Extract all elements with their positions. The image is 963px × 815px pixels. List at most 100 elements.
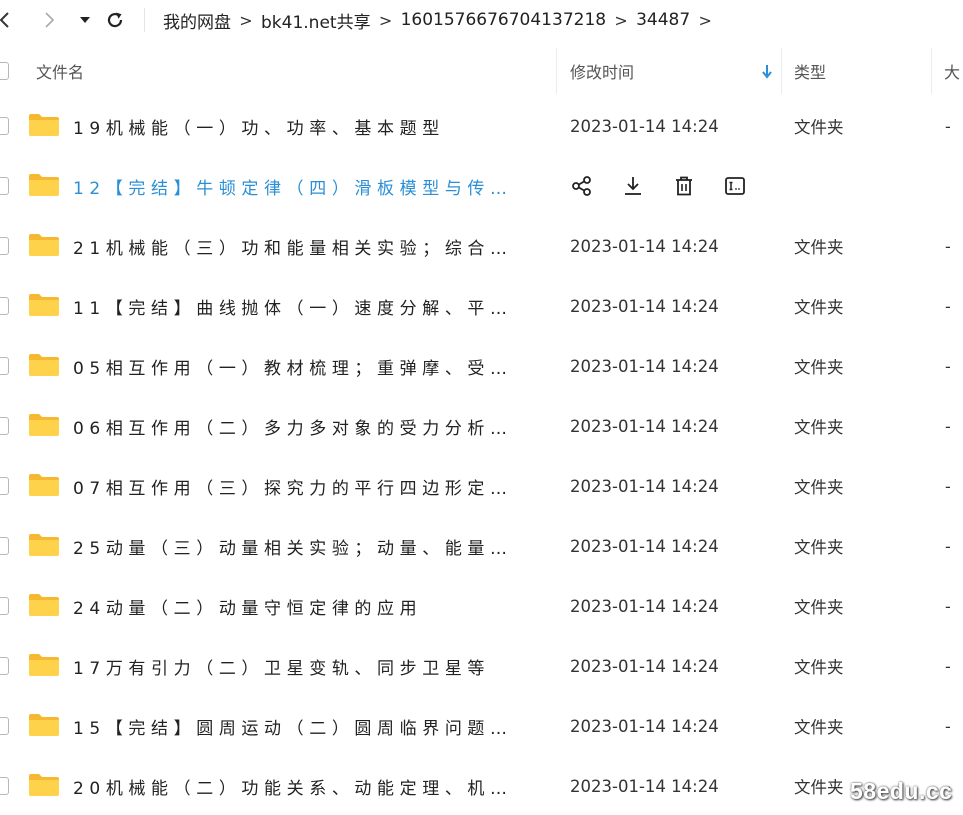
file-modified-date: 2023-01-14 14:24 bbox=[570, 296, 719, 316]
row-checkbox[interactable] bbox=[0, 597, 9, 615]
file-name[interactable]: 05相互作用（一）教材梳理；重弹摩、受… bbox=[73, 336, 535, 396]
row-checkbox[interactable] bbox=[0, 417, 9, 435]
row-checkbox[interactable] bbox=[0, 237, 9, 255]
back-button[interactable] bbox=[0, 8, 16, 32]
toolbar-divider bbox=[144, 8, 145, 32]
row-checkbox[interactable] bbox=[0, 117, 9, 135]
file-type: 文件夹 bbox=[794, 718, 844, 737]
file-modified-date: 2023-01-14 14:24 bbox=[570, 656, 719, 676]
file-row[interactable]: 19机械能（一）功、功率、基本题型 2023-01-14 14:24 文件夹 - bbox=[0, 96, 963, 156]
folder-icon bbox=[29, 534, 59, 556]
share-icon bbox=[572, 176, 591, 196]
file-name[interactable]: 21机械能（三）功和能量相关实验；综合… bbox=[73, 216, 535, 276]
row-checkbox[interactable] bbox=[0, 297, 9, 315]
breadcrumb: 我的网盘 > bk41.net共享 > 1601576676704137218 … bbox=[163, 0, 720, 40]
file-type: 文件夹 bbox=[794, 598, 844, 617]
column-divider[interactable] bbox=[556, 48, 557, 94]
file-modified-date: 2023-01-14 14:24 bbox=[570, 356, 719, 376]
refresh-icon bbox=[107, 12, 123, 28]
folder-icon bbox=[29, 714, 59, 736]
file-type: 文件夹 bbox=[794, 538, 844, 557]
file-row[interactable]: 05相互作用（一）教材梳理；重弹摩、受… 2023-01-14 14:24 文件… bbox=[0, 336, 963, 396]
file-name[interactable]: 17万有引力（二）卫星变轨、同步卫星等 bbox=[73, 636, 535, 696]
folder-icon bbox=[29, 174, 59, 196]
file-modified-date: 2023-01-14 14:24 bbox=[570, 716, 719, 736]
file-name[interactable]: 25动量（三）动量相关实验；动量、能量… bbox=[73, 516, 535, 576]
file-row[interactable]: 12【完结】牛顿定律（四）滑板模型与传… bbox=[0, 156, 963, 216]
file-row[interactable]: 20机械能（二）功能关系、动能定理、机… 2023-01-14 14:24 文件… bbox=[0, 756, 963, 815]
row-checkbox[interactable] bbox=[0, 657, 9, 675]
column-header-modified[interactable]: 修改时间 bbox=[570, 46, 634, 96]
column-header-name[interactable]: 文件名 bbox=[36, 46, 84, 96]
file-name[interactable]: 11【完结】曲线抛体（一）速度分解、平… bbox=[73, 276, 535, 336]
file-type: 文件夹 bbox=[794, 298, 844, 317]
row-checkbox[interactable] bbox=[0, 537, 9, 555]
delete-button[interactable] bbox=[672, 174, 696, 198]
file-name[interactable]: 07相互作用（三）探究力的平行四边形定… bbox=[73, 456, 535, 516]
file-type: 文件夹 bbox=[794, 778, 844, 797]
file-row[interactable]: 06相互作用（二）多力多对象的受力分析… 2023-01-14 14:24 文件… bbox=[0, 396, 963, 456]
file-name[interactable]: 19机械能（一）功、功率、基本题型 bbox=[73, 96, 535, 156]
file-size: - bbox=[945, 716, 951, 736]
file-size: - bbox=[945, 476, 951, 496]
file-row[interactable]: 25动量（三）动量相关实验；动量、能量… 2023-01-14 14:24 文件… bbox=[0, 516, 963, 576]
file-row[interactable]: 21机械能（三）功和能量相关实验；综合… 2023-01-14 14:24 文件… bbox=[0, 216, 963, 276]
breadcrumb-item-folder[interactable]: 1601576676704137218 bbox=[401, 10, 607, 30]
breadcrumb-item-share[interactable]: bk41.net共享 bbox=[261, 8, 371, 33]
folder-icon bbox=[29, 294, 59, 316]
row-checkbox[interactable] bbox=[0, 477, 9, 495]
breadcrumb-separator: > bbox=[614, 10, 628, 30]
file-name[interactable]: 15【完结】圆周运动（二）圆周临界问题… bbox=[73, 696, 535, 756]
file-size: - bbox=[945, 596, 951, 616]
breadcrumb-separator: > bbox=[239, 10, 253, 30]
history-dropdown-button[interactable] bbox=[76, 8, 94, 32]
file-row[interactable]: 07相互作用（三）探究力的平行四边形定… 2023-01-14 14:24 文件… bbox=[0, 456, 963, 516]
breadcrumb-separator: > bbox=[698, 10, 712, 30]
column-header-size[interactable]: 大 bbox=[944, 46, 960, 96]
top-navigation-bar: 我的网盘 > bk41.net共享 > 1601576676704137218 … bbox=[0, 0, 963, 40]
column-header-type[interactable]: 类型 bbox=[794, 46, 826, 96]
file-name[interactable]: 12【完结】牛顿定律（四）滑板模型与传… bbox=[73, 156, 535, 216]
download-button[interactable] bbox=[621, 174, 645, 198]
column-divider[interactable] bbox=[781, 48, 782, 94]
select-all-checkbox[interactable] bbox=[0, 62, 9, 80]
sort-descending-icon[interactable] bbox=[760, 63, 774, 79]
file-size: - bbox=[945, 656, 951, 676]
breadcrumb-separator: > bbox=[378, 10, 393, 30]
folder-icon bbox=[29, 774, 59, 796]
folder-icon bbox=[29, 354, 59, 376]
file-row[interactable]: 15【完结】圆周运动（二）圆周临界问题… 2023-01-14 14:24 文件… bbox=[0, 696, 963, 756]
file-type: 文件夹 bbox=[794, 418, 844, 437]
watermark-text: 58edu.cc bbox=[850, 778, 953, 804]
file-modified-date: 2023-01-14 14:24 bbox=[570, 416, 719, 436]
file-size: - bbox=[945, 116, 951, 136]
forward-button[interactable] bbox=[38, 8, 60, 32]
file-size: - bbox=[945, 236, 951, 256]
file-modified-date: 2023-01-14 14:24 bbox=[570, 236, 719, 256]
file-type: 文件夹 bbox=[794, 478, 844, 497]
rename-button[interactable] bbox=[723, 174, 747, 198]
breadcrumb-item-root[interactable]: 我的网盘 bbox=[163, 8, 231, 33]
refresh-button[interactable] bbox=[103, 8, 127, 32]
row-checkbox[interactable] bbox=[0, 717, 9, 735]
file-type: 文件夹 bbox=[794, 358, 844, 377]
row-checkbox[interactable] bbox=[0, 777, 9, 795]
file-size: - bbox=[945, 296, 951, 316]
file-type: 文件夹 bbox=[794, 658, 844, 677]
file-size: - bbox=[945, 416, 951, 436]
folder-icon bbox=[29, 594, 59, 616]
breadcrumb-item-current[interactable]: 34487 bbox=[636, 10, 690, 30]
file-row[interactable]: 11【完结】曲线抛体（一）速度分解、平… 2023-01-14 14:24 文件… bbox=[0, 276, 963, 336]
file-row[interactable]: 17万有引力（二）卫星变轨、同步卫星等 2023-01-14 14:24 文件夹… bbox=[0, 636, 963, 696]
delete-icon bbox=[676, 176, 692, 196]
folder-icon bbox=[29, 414, 59, 436]
folder-icon bbox=[29, 654, 59, 676]
row-checkbox[interactable] bbox=[0, 357, 9, 375]
share-button[interactable] bbox=[570, 174, 594, 198]
file-name[interactable]: 06相互作用（二）多力多对象的受力分析… bbox=[73, 396, 535, 456]
row-checkbox[interactable] bbox=[0, 177, 9, 195]
file-row[interactable]: 24动量（二）动量守恒定律的应用 2023-01-14 14:24 文件夹 - bbox=[0, 576, 963, 636]
column-divider[interactable] bbox=[931, 48, 932, 94]
file-name[interactable]: 24动量（二）动量守恒定律的应用 bbox=[73, 576, 535, 636]
file-name[interactable]: 20机械能（二）功能关系、动能定理、机… bbox=[73, 756, 535, 815]
